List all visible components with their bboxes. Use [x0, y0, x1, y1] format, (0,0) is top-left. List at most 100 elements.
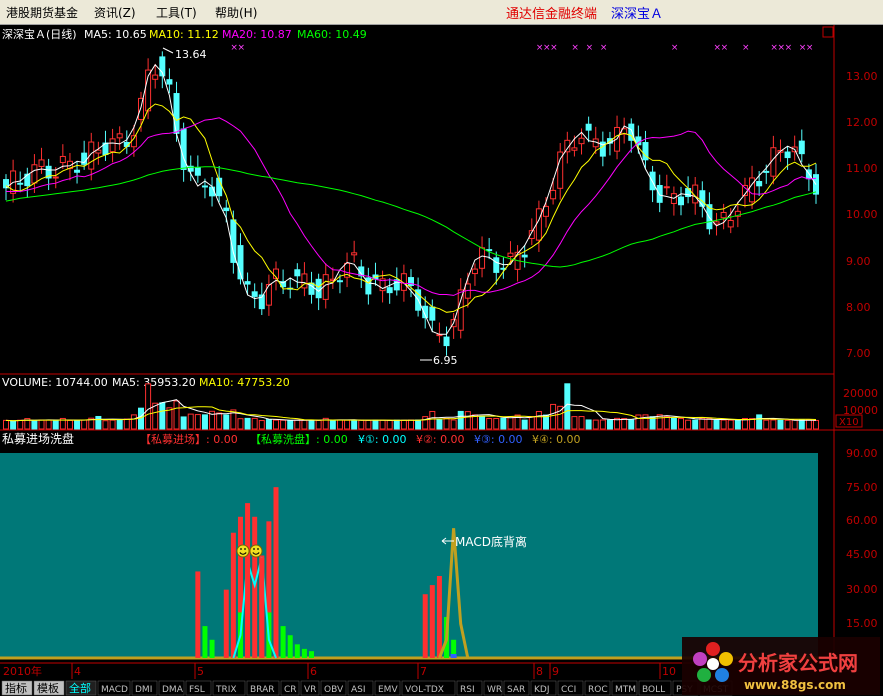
indicator-tab[interactable]: VOL-TDX	[401, 680, 456, 696]
volume-bar	[571, 416, 578, 430]
volume-bar	[329, 419, 336, 430]
indicator-bar	[294, 644, 300, 658]
candle-body	[578, 137, 585, 145]
volume-bar	[550, 403, 557, 430]
menu-item-help[interactable]: 帮助(H)	[215, 4, 257, 21]
volume-bar	[244, 417, 251, 430]
tab-label: VOL-TDX	[405, 685, 444, 695]
volume-bar	[336, 419, 343, 430]
month-tick: 5	[197, 665, 204, 678]
tab-label: FSL	[189, 685, 205, 695]
volume-bar	[443, 417, 450, 430]
volume-bar	[223, 414, 230, 430]
indicator-tab[interactable]: ROC	[584, 680, 611, 696]
indicator-tab[interactable]: RSI	[456, 680, 483, 696]
indicator-tick: 45.00	[846, 548, 878, 561]
indicator-tick: 15.00	[846, 617, 878, 630]
indicator-tab[interactable]: MACD	[97, 680, 131, 696]
indicator-tab[interactable]: 指标	[1, 680, 33, 696]
volume-bar	[280, 419, 287, 430]
volume-bar	[777, 419, 784, 430]
candle-body	[116, 133, 123, 139]
signal-mark-icon: ×	[237, 43, 245, 53]
volume-bar	[116, 419, 123, 430]
indicator-tab[interactable]: FSL	[185, 680, 212, 696]
candle-body	[656, 185, 663, 203]
menu-item-info[interactable]: 资讯(Z)	[94, 4, 136, 21]
tab-label: ASI	[351, 685, 366, 695]
indicator-tab[interactable]: WR	[483, 680, 503, 696]
volume-bar	[628, 419, 635, 430]
tab-label: MACD	[101, 685, 128, 695]
candle-body	[557, 151, 564, 189]
volume-bar	[130, 414, 137, 430]
indicator-background	[0, 453, 818, 659]
indicator-tick: 75.00	[846, 481, 878, 494]
indicator-tab[interactable]: EMV	[374, 680, 401, 696]
tab-label: WR	[487, 685, 502, 695]
indicator-tab[interactable]: CR	[280, 680, 300, 696]
indicator-tab[interactable]: DMA	[158, 680, 185, 696]
indicator-tab[interactable]: 全部	[65, 680, 97, 696]
volume-bar	[606, 419, 613, 430]
tab-label: TRIX	[215, 685, 237, 695]
menu-item-market[interactable]: 港股期货基金	[6, 4, 78, 21]
volume-bar	[301, 419, 308, 430]
indicator-tab[interactable]: CCI	[557, 680, 584, 696]
volume-bar	[372, 419, 379, 430]
candle-body	[443, 336, 450, 347]
price-tick: 13.00	[846, 70, 878, 83]
macd-annotation: MACD底背离	[441, 534, 527, 549]
watermark-url: www.88gs.com	[744, 678, 846, 692]
indicator-tab[interactable]: 模板	[33, 680, 65, 696]
volume-bar	[706, 418, 713, 430]
candle-body	[251, 291, 258, 297]
volume-bar	[31, 420, 38, 430]
candle-body	[784, 151, 791, 159]
volume-bar	[685, 419, 692, 430]
ma5-label: MA5: 10.65	[84, 28, 147, 41]
indicator-tab[interactable]: OBV	[320, 680, 347, 696]
volume-tick: 20000	[843, 387, 878, 400]
menu-item-tools[interactable]: 工具(T)	[156, 4, 197, 21]
chart-area[interactable]: 深深宝Ａ(日线) MA5: 10.65 MA10: 11.12 MA20: 10…	[0, 25, 883, 696]
volume-bar	[621, 418, 628, 430]
indicator-tab[interactable]: MTM	[611, 680, 638, 696]
candle-body	[471, 268, 478, 275]
indicator-tab[interactable]: KDJ	[530, 680, 557, 696]
indicator-tab[interactable]: VR	[300, 680, 320, 696]
indicator-tab[interactable]: ASI	[347, 680, 374, 696]
tab-label: 模板	[37, 681, 59, 695]
volume-bar	[358, 419, 365, 430]
tab-label: VR	[304, 685, 316, 695]
indicator-tab[interactable]: DMI	[131, 680, 158, 696]
indicator-tab[interactable]: SAR	[503, 680, 530, 696]
tab-label: DMI	[135, 685, 152, 695]
volume-bar	[663, 416, 670, 430]
indicator-tab[interactable]: BOLL	[638, 680, 672, 696]
volume-bar	[38, 419, 45, 430]
volume-bar	[315, 419, 322, 430]
indicator-bar	[280, 626, 286, 658]
indicator-value: ¥③: 0.00	[474, 433, 523, 446]
volume-bar	[635, 414, 642, 430]
month-tick: 7	[420, 665, 427, 678]
indicator-tick: 60.00	[846, 514, 878, 527]
indicator-tick: 90.00	[846, 447, 878, 460]
volume-bar	[805, 419, 812, 430]
candle-body	[763, 170, 770, 173]
indicator-value: ¥①: 0.00	[358, 433, 407, 446]
volume-bar	[784, 419, 791, 430]
candle-body	[699, 190, 706, 207]
tab-label: CCI	[561, 685, 576, 695]
ma60-label: MA60: 10.49	[297, 28, 367, 41]
indicator-tab[interactable]: BRAR	[246, 680, 280, 696]
volume-bar	[720, 419, 727, 430]
indicator-tab[interactable]: TRIX	[212, 680, 246, 696]
volume-bar	[599, 419, 606, 430]
price-tick: 9.00	[846, 255, 871, 268]
indicator-bar	[230, 532, 236, 658]
month-tick: 10	[662, 665, 676, 678]
volume-bar	[422, 416, 429, 430]
candle-body	[479, 247, 486, 269]
